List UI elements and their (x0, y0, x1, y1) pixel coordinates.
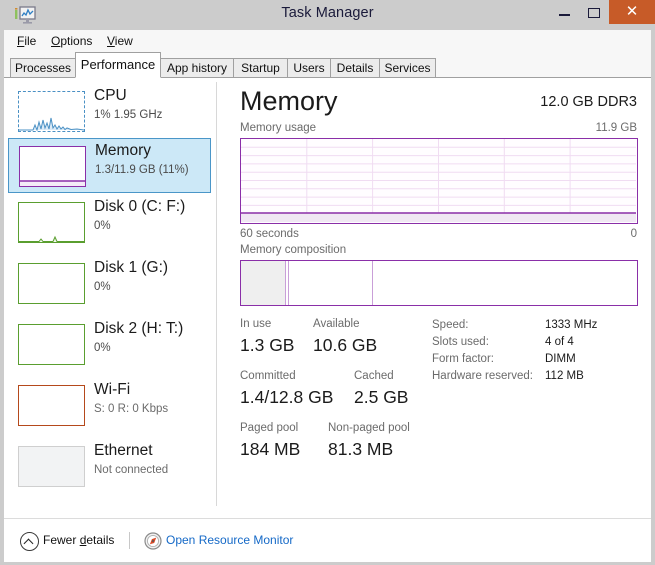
hardware-summary: 12.0 GB DDR3 (540, 94, 637, 110)
memory-usage-graph (240, 138, 638, 224)
stat-value-cached: 2.5 GB (354, 387, 409, 407)
memory-usage-max: 11.9 GB (595, 122, 637, 134)
close-button[interactable]: ✕ (609, 0, 655, 24)
tab-users[interactable]: Users (287, 58, 331, 78)
sidebar-item-disk-2[interactable]: Disk 2 (H: T:) 0% (8, 317, 211, 372)
cpu-thumbnail-graph (18, 91, 85, 132)
minimize-button[interactable] (549, 0, 579, 24)
stat-label-available: Available (313, 318, 360, 330)
title-bar: Task Manager ✕ (0, 0, 655, 30)
sidebar-item-ethernet-subtitle: Not connected (94, 464, 169, 476)
stat-label-paged-pool: Paged pool (240, 422, 299, 434)
page-title: Memory (240, 86, 338, 116)
memory-thumbnail-graph (19, 146, 86, 187)
tab-startup[interactable]: Startup (233, 58, 288, 78)
footer-separator (129, 532, 130, 549)
sidebar-item-disk-0-subtitle: 0% (94, 220, 111, 232)
sidebar-item-disk-0[interactable]: Disk 0 (C: F:) 0% (8, 195, 211, 250)
fewer-details-label: Fewer details (43, 533, 115, 547)
sidebar-item-cpu-subtitle: 1% 1.95 GHz (94, 109, 163, 121)
window-controls: ✕ (549, 0, 655, 30)
minimize-icon (559, 14, 570, 16)
task-manager-window: Task Manager ✕ File Options View Process… (0, 0, 655, 565)
sidebar-item-ethernet[interactable]: Ethernet Not connected (8, 439, 211, 494)
sidebar-item-cpu[interactable]: CPU 1% 1.95 GHz (8, 84, 211, 139)
stat-label-committed: Committed (240, 370, 296, 382)
stat-value-available: 10.6 GB (313, 335, 378, 355)
stat-label-in-use: In use (240, 318, 272, 330)
stat-value-committed: 1.4/12.8 GB (240, 387, 334, 407)
resource-monitor-icon (144, 532, 162, 550)
sidebar-item-disk-2-title: Disk 2 (H: T:) (94, 320, 184, 337)
sidebar-item-disk-1[interactable]: Disk 1 (G:) 0% (8, 256, 211, 311)
sidebar-item-disk-2-subtitle: 0% (94, 342, 111, 354)
sidebar-item-cpu-title: CPU (94, 87, 127, 104)
menu-file[interactable]: File (12, 33, 41, 49)
content-area: CPU 1% 1.95 GHz Memory 1.3/11.9 GB (11%) (4, 78, 651, 562)
spec-label-speed: Speed: (432, 319, 469, 331)
close-icon: ✕ (625, 3, 639, 20)
ethernet-thumbnail-graph (18, 446, 85, 487)
maximize-button[interactable] (579, 0, 609, 24)
tab-strip: Processes Performance App history Startu… (4, 52, 651, 78)
menu-options[interactable]: Options (46, 33, 97, 49)
tab-services[interactable]: Services (379, 58, 436, 78)
tab-processes[interactable]: Processes (10, 58, 76, 78)
sidebar-item-memory[interactable]: Memory 1.3/11.9 GB (11%) (8, 138, 211, 193)
sidebar-item-memory-title: Memory (95, 142, 151, 159)
composition-segment-in-use (241, 261, 285, 305)
sidebar-item-memory-subtitle: 1.3/11.9 GB (11%) (95, 164, 189, 176)
tab-details[interactable]: Details (330, 58, 380, 78)
sidebar-item-ethernet-title: Ethernet (94, 442, 153, 459)
menu-bar: File Options View (4, 30, 651, 52)
stat-label-cached: Cached (354, 370, 394, 382)
stat-label-non-paged-pool: Non-paged pool (328, 422, 410, 434)
memory-composition-label: Memory composition (240, 244, 347, 256)
memory-usage-label: Memory usage (240, 122, 317, 134)
sidebar-item-disk-1-title: Disk 1 (G:) (94, 259, 169, 276)
disk-0-thumbnail-graph (18, 202, 85, 243)
sidebar-item-wifi[interactable]: Wi-Fi S: 0 R: 0 Kbps (8, 378, 211, 433)
composition-divider-2 (288, 261, 290, 305)
menu-view[interactable]: View (102, 33, 138, 49)
sidebar-item-disk-1-subtitle: 0% (94, 281, 111, 293)
resource-sidebar: CPU 1% 1.95 GHz Memory 1.3/11.9 GB (11%) (4, 78, 217, 518)
chevron-up-circle-icon (20, 532, 39, 551)
memory-detail-panel: Memory 12.0 GB DDR3 Memory usage 11.9 GB (218, 78, 651, 518)
memory-composition-bar[interactable] (240, 260, 638, 306)
stat-value-paged-pool: 184 MB (240, 439, 301, 459)
spec-value-hardware-reserved: 112 MB (545, 370, 584, 382)
open-resource-monitor-label: Open Resource Monitor (166, 533, 294, 547)
sidebar-item-wifi-title: Wi-Fi (94, 381, 131, 398)
stat-value-non-paged-pool: 81.3 MB (328, 439, 394, 459)
spec-value-speed: 1333 MHz (545, 319, 598, 331)
footer-bar: Fewer details Open Resource Monitor (4, 518, 651, 562)
spec-label-hardware-reserved: Hardware reserved: (432, 370, 533, 382)
sidebar-item-wifi-subtitle: S: 0 R: 0 Kbps (94, 403, 169, 415)
disk-2-thumbnail-graph (18, 324, 85, 365)
composition-divider-1 (284, 261, 286, 305)
graph-axis-left-label: 60 seconds (240, 228, 299, 240)
spec-label-form-factor: Form factor: (432, 353, 494, 365)
spec-value-slots-used: 4 of 4 (545, 336, 574, 348)
tab-app-history[interactable]: App history (160, 58, 234, 78)
spec-label-slots-used: Slots used: (432, 336, 489, 348)
composition-divider-3 (371, 261, 373, 305)
maximize-icon (588, 8, 600, 18)
client-area: File Options View Processes Performance … (4, 30, 651, 562)
sidebar-item-disk-0-title: Disk 0 (C: F:) (94, 198, 186, 215)
spec-value-form-factor: DIMM (545, 353, 576, 365)
graph-axis-right-label: 0 (630, 228, 637, 240)
stat-value-in-use: 1.3 GB (240, 335, 295, 355)
tab-performance[interactable]: Performance (75, 52, 161, 78)
wifi-thumbnail-graph (18, 385, 85, 426)
disk-1-thumbnail-graph (18, 263, 85, 304)
